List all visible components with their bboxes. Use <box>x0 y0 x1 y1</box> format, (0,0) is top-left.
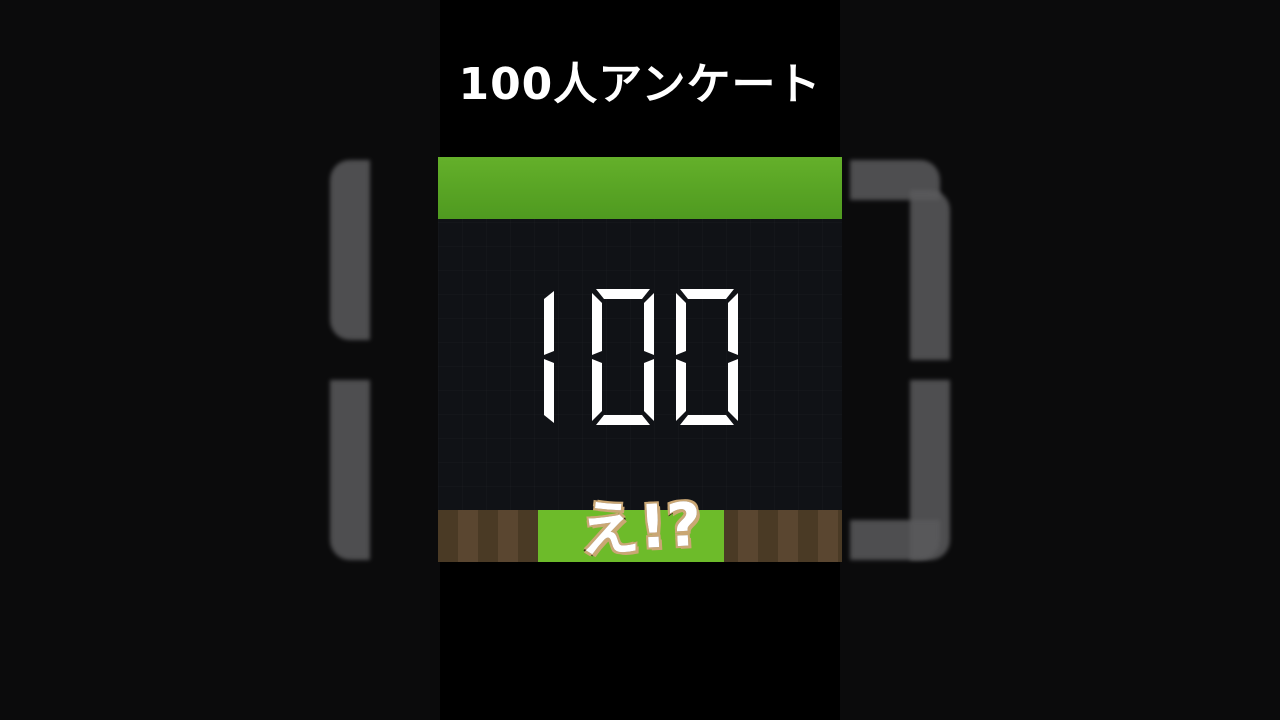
digital-counter: 100 <box>438 287 842 427</box>
counter-digits-graphic <box>544 289 738 425</box>
video-frame: 100 え!? <box>438 157 842 562</box>
grass-block-top <box>438 157 842 219</box>
page-title: 100人アンケート <box>458 59 822 110</box>
video-stage: 100人アンケート え!? <box>0 0 1280 720</box>
